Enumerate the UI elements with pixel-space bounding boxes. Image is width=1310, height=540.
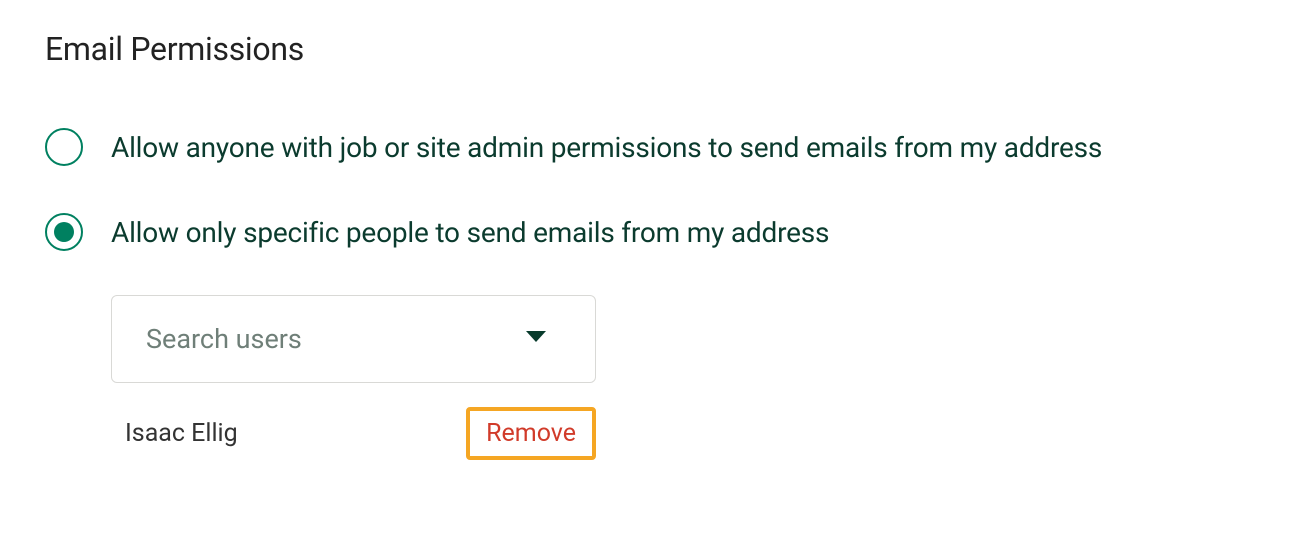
email-permissions-radio-group: Allow anyone with job or site admin perm…	[45, 126, 1265, 460]
search-users-select[interactable]: Search users	[111, 295, 596, 383]
radio-label-anyone: Allow anyone with job or site admin perm…	[111, 126, 1102, 169]
chevron-down-icon	[525, 329, 547, 348]
radio-option-specific[interactable]: Allow only specific people to send email…	[45, 211, 1265, 254]
user-name: Isaac Ellig	[125, 419, 238, 448]
remove-button[interactable]: Remove	[466, 407, 596, 460]
radio-icon	[45, 128, 83, 166]
user-row: Isaac Ellig Remove	[111, 407, 596, 460]
search-placeholder: Search users	[146, 323, 302, 355]
page-title: Email Permissions	[45, 30, 1265, 68]
specific-users-panel: Search users Isaac Ellig Remove	[111, 295, 1265, 460]
radio-icon	[45, 213, 83, 251]
radio-option-anyone[interactable]: Allow anyone with job or site admin perm…	[45, 126, 1265, 169]
radio-label-specific: Allow only specific people to send email…	[111, 211, 829, 254]
